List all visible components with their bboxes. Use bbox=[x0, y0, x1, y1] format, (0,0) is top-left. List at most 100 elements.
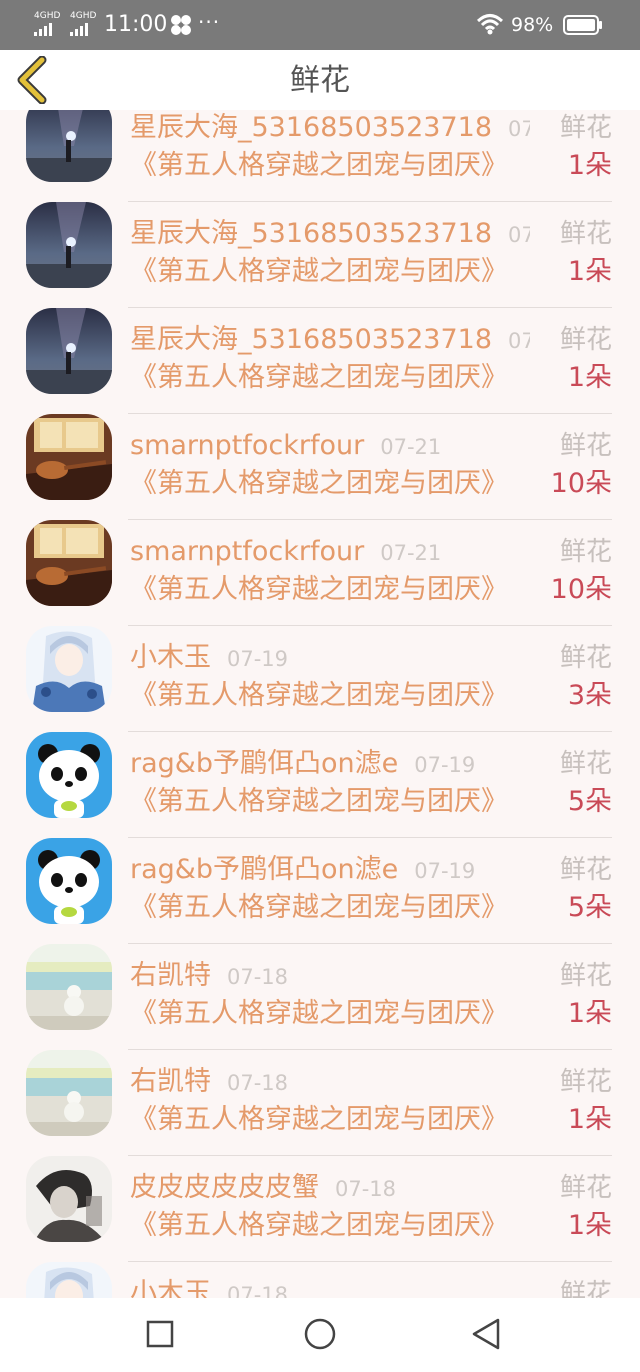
list-item[interactable]: smarnptfockrfour 07-21 鲜花 《第五人格穿越之团宠与团厌》 … bbox=[0, 500, 640, 626]
user-name[interactable]: smarnptfockrfour bbox=[130, 536, 364, 567]
anime-girl-avatar[interactable] bbox=[26, 1262, 112, 1298]
gift-date: 07-19 bbox=[414, 753, 476, 777]
starry-sky-avatar[interactable] bbox=[26, 110, 112, 182]
flower-gift-list[interactable]: 星辰大海_53168503523718 07-24 鲜花 《第五人格穿越之团宠与团… bbox=[0, 110, 640, 1298]
name-line: 星辰大海_53168503523718 07-24 bbox=[130, 216, 530, 252]
gift-type-label: 鲜花 bbox=[559, 1279, 612, 1298]
gift-count: 3朵 bbox=[567, 680, 612, 711]
gift-type-label: 鲜花 bbox=[559, 431, 612, 461]
recent-apps-button[interactable] bbox=[140, 1314, 180, 1354]
anime-girl-avatar[interactable] bbox=[26, 626, 112, 712]
list-item[interactable]: 星辰大海_53168503523718 07-24 鲜花 《第五人格穿越之团宠与团… bbox=[0, 110, 640, 202]
book-title[interactable]: 《第五人格穿越之团宠与团厌》 bbox=[130, 466, 508, 502]
user-name[interactable]: 星辰大海_53168503523718 bbox=[130, 324, 492, 355]
book-title[interactable]: 《第五人格穿越之团宠与团厌》 bbox=[130, 1208, 508, 1244]
sketch-portrait-avatar[interactable] bbox=[26, 1156, 112, 1242]
book-title[interactable]: 《第五人格穿越之团宠与团厌》 bbox=[130, 678, 508, 714]
book-title[interactable]: 《第五人格穿越之团宠与团厌》 bbox=[130, 360, 508, 396]
book-title[interactable]: 《第五人格穿越之团宠与团厌》 bbox=[130, 784, 508, 820]
circle-icon bbox=[304, 1318, 336, 1350]
user-name[interactable]: 小木玉 bbox=[130, 1278, 211, 1298]
panda-avatar[interactable] bbox=[26, 732, 112, 818]
list-item[interactable]: rag&b予鹛佴凸on滤e 07-19 鲜花 《第五人格穿越之团宠与团厌》 5朵 bbox=[0, 712, 640, 838]
list-item[interactable]: 皮皮皮皮皮皮蟹 07-18 鲜花 《第五人格穿越之团宠与团厌》 1朵 bbox=[0, 1136, 640, 1262]
guitar-window-avatar[interactable] bbox=[26, 414, 112, 500]
gift-date: 07-18 bbox=[335, 1177, 397, 1201]
sim1-label: 4GHD bbox=[34, 11, 61, 21]
gift-count: 5朵 bbox=[567, 892, 612, 923]
fan-icon bbox=[171, 15, 191, 35]
name-line: 星辰大海_53168503523718 07-24 bbox=[130, 322, 530, 358]
user-name[interactable]: rag&b予鹛佴凸on滤e bbox=[130, 854, 398, 885]
beach-snowman-avatar[interactable] bbox=[26, 944, 112, 1030]
list-item[interactable]: rag&b予鹛佴凸on滤e 07-19 鲜花 《第五人格穿越之团宠与团厌》 5朵 bbox=[0, 818, 640, 944]
status-bar: 4GHD 4GHD 11:00 ··· 98% bbox=[0, 0, 640, 50]
gift-count: 10朵 bbox=[550, 468, 612, 499]
starry-sky-avatar[interactable] bbox=[26, 308, 112, 394]
gift-count: 1朵 bbox=[567, 150, 612, 181]
gift-date: 07-24 bbox=[508, 117, 530, 141]
user-name[interactable]: 星辰大海_53168503523718 bbox=[130, 112, 492, 143]
list-item[interactable]: 右凯特 07-18 鲜花 《第五人格穿越之团宠与团厌》 1朵 bbox=[0, 1030, 640, 1156]
starry-sky-avatar[interactable] bbox=[26, 202, 112, 288]
panda-avatar[interactable] bbox=[26, 838, 112, 924]
name-line: rag&b予鹛佴凸on滤e 07-19 bbox=[130, 746, 530, 782]
gift-type-label: 鲜花 bbox=[559, 1067, 612, 1097]
header: 鲜花 bbox=[0, 50, 640, 110]
user-name[interactable]: rag&b予鹛佴凸on滤e bbox=[130, 748, 398, 779]
gift-date: 07-18 bbox=[227, 1283, 289, 1298]
gift-type-label: 鲜花 bbox=[559, 749, 612, 779]
page-title: 鲜花 bbox=[290, 63, 350, 98]
gift-count: 5朵 bbox=[567, 786, 612, 817]
user-name[interactable]: 小木玉 bbox=[130, 642, 211, 673]
book-title[interactable]: 《第五人格穿越之团宠与团厌》 bbox=[130, 254, 508, 290]
sim2-label: 4GHD bbox=[70, 11, 97, 21]
gift-type-label: 鲜花 bbox=[559, 643, 612, 673]
system-navigation-bar bbox=[0, 1298, 640, 1372]
user-name[interactable]: smarnptfockrfour bbox=[130, 430, 364, 461]
home-button[interactable] bbox=[300, 1314, 340, 1354]
book-title[interactable]: 《第五人格穿越之团宠与团厌》 bbox=[130, 572, 508, 608]
square-icon bbox=[146, 1320, 174, 1348]
book-title[interactable]: 《第五人格穿越之团宠与团厌》 bbox=[130, 1102, 508, 1138]
name-line: 皮皮皮皮皮皮蟹 07-18 bbox=[130, 1170, 530, 1206]
list-item[interactable]: 星辰大海_53168503523718 07-24 鲜花 《第五人格穿越之团宠与团… bbox=[0, 182, 640, 308]
gift-date: 07-19 bbox=[414, 859, 476, 883]
gift-count: 1朵 bbox=[567, 1210, 612, 1241]
gift-date: 07-24 bbox=[508, 329, 530, 353]
list-item[interactable]: 星辰大海_53168503523718 07-24 鲜花 《第五人格穿越之团宠与团… bbox=[0, 288, 640, 414]
book-title[interactable]: 《第五人格穿越之团宠与团厌》 bbox=[130, 890, 508, 926]
gift-count: 1朵 bbox=[567, 362, 612, 393]
beach-snowman-avatar[interactable] bbox=[26, 1050, 112, 1136]
signal-sim2-icon: 4GHD bbox=[70, 12, 96, 36]
book-title[interactable]: 《第五人格穿越之团宠与团厌》 bbox=[130, 996, 508, 1032]
battery-icon bbox=[563, 15, 602, 35]
gift-type-label: 鲜花 bbox=[559, 855, 612, 885]
signal-sim1-icon: 4GHD bbox=[34, 12, 60, 36]
list-item[interactable]: 右凯特 07-18 鲜花 《第五人格穿越之团宠与团厌》 1朵 bbox=[0, 924, 640, 1050]
name-line: 星辰大海_53168503523718 07-24 bbox=[130, 110, 530, 146]
user-name[interactable]: 皮皮皮皮皮皮蟹 bbox=[130, 1172, 319, 1203]
list-item[interactable]: 小木玉07-18 鲜花 《第五人格穿越之团宠与团厌》 3朵 bbox=[0, 1242, 640, 1298]
gift-type-label: 鲜花 bbox=[559, 219, 612, 249]
gift-date: 07-18 bbox=[227, 965, 289, 989]
gift-date: 07-18 bbox=[227, 1071, 289, 1095]
wifi-icon bbox=[476, 14, 504, 35]
gift-date: 07-21 bbox=[380, 541, 442, 565]
name-line: 右凯特 07-18 bbox=[130, 1064, 530, 1100]
list-item[interactable]: smarnptfockrfour 07-21 鲜花 《第五人格穿越之团宠与团厌》 … bbox=[0, 394, 640, 520]
name-line: smarnptfockrfour 07-21 bbox=[130, 534, 530, 570]
gift-type-label: 鲜花 bbox=[559, 325, 612, 355]
user-name[interactable]: 星辰大海_53168503523718 bbox=[130, 218, 492, 249]
system-back-button[interactable] bbox=[466, 1314, 506, 1354]
user-name[interactable]: 右凯特 bbox=[130, 960, 211, 991]
guitar-window-avatar[interactable] bbox=[26, 520, 112, 606]
book-title[interactable]: 《第五人格穿越之团宠与团厌》 bbox=[130, 148, 508, 184]
name-line: smarnptfockrfour 07-21 bbox=[130, 428, 530, 464]
user-name[interactable]: 右凯特 bbox=[130, 1066, 211, 1097]
clock: 11:00 bbox=[104, 12, 168, 37]
name-line: 右凯特 07-18 bbox=[130, 958, 530, 994]
list-item[interactable]: 小木玉 07-19 鲜花 《第五人格穿越之团宠与团厌》 3朵 bbox=[0, 606, 640, 732]
gift-count: 1朵 bbox=[567, 1104, 612, 1135]
gift-date: 07-21 bbox=[380, 435, 442, 459]
